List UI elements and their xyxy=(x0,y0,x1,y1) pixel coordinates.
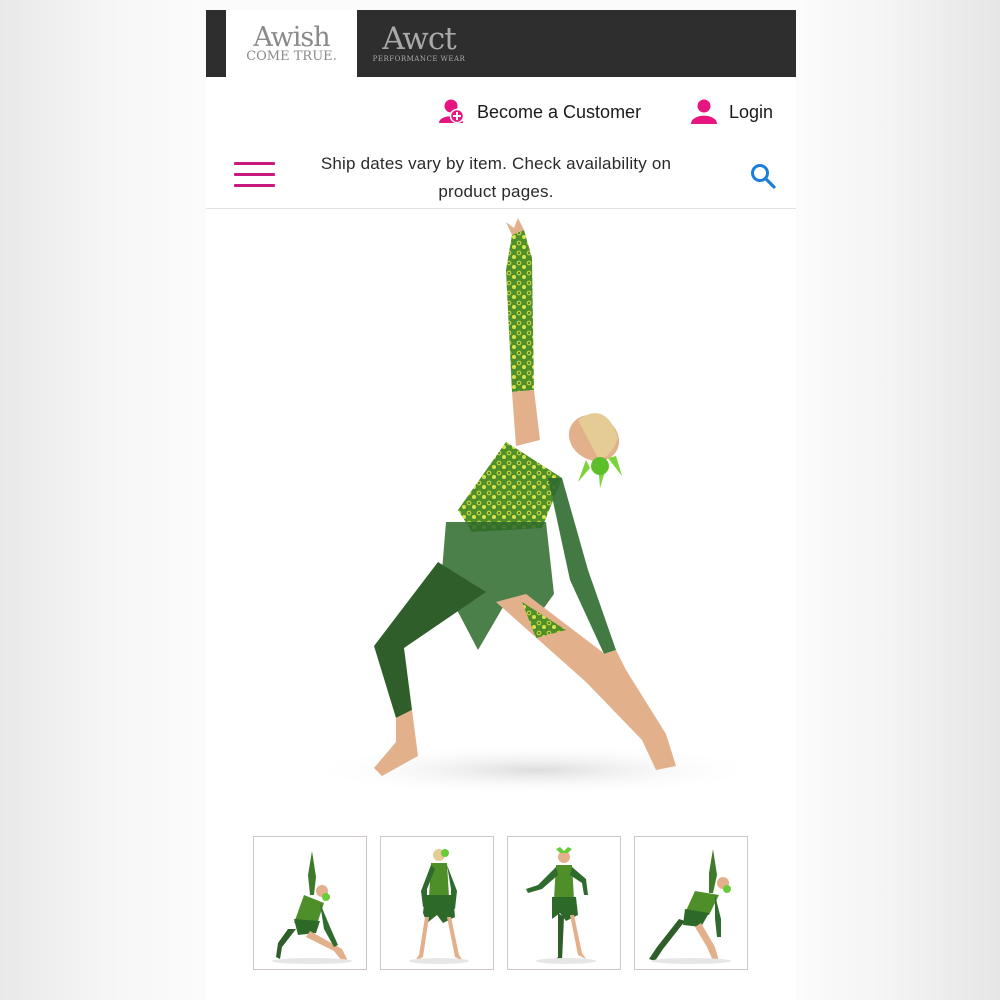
awct-logo: Awct PERFORMANCE WEAR xyxy=(372,21,466,63)
brand-tab-awct[interactable]: Awct PERFORMANCE WEAR xyxy=(359,10,479,77)
brand-bar: Awish COME TRUE. Awct PERFORMANCE WEAR xyxy=(206,10,796,77)
login-link[interactable]: Login xyxy=(689,97,773,127)
thumbnail-4[interactable] xyxy=(634,836,748,970)
account-row: Become a Customer Login xyxy=(206,77,796,145)
thumbnail-2[interactable] xyxy=(380,836,494,970)
add-user-icon xyxy=(439,99,465,124)
main-product-image[interactable] xyxy=(206,210,796,820)
awish-logo: Awish COME TRUE. xyxy=(246,22,337,64)
thumbnail-strip xyxy=(253,836,753,970)
become-customer-link[interactable]: Become a Customer xyxy=(437,97,641,127)
user-icon xyxy=(691,99,717,124)
notice-bar: Ship dates vary by item. Check availabil… xyxy=(206,145,796,209)
thumbnail-3[interactable] xyxy=(507,836,621,970)
search-icon[interactable] xyxy=(749,162,777,190)
login-label: Login xyxy=(729,101,774,122)
brand-tab-awish[interactable]: Awish COME TRUE. xyxy=(226,10,357,77)
shipping-notice: Ship dates vary by item. Check availabil… xyxy=(320,154,672,201)
menu-icon[interactable] xyxy=(234,162,275,188)
become-customer-label: Become a Customer xyxy=(477,101,642,122)
thumbnail-1[interactable] xyxy=(253,836,367,970)
mobile-page: Awish COME TRUE. Awct PERFORMANCE WEAR B… xyxy=(206,10,796,1000)
